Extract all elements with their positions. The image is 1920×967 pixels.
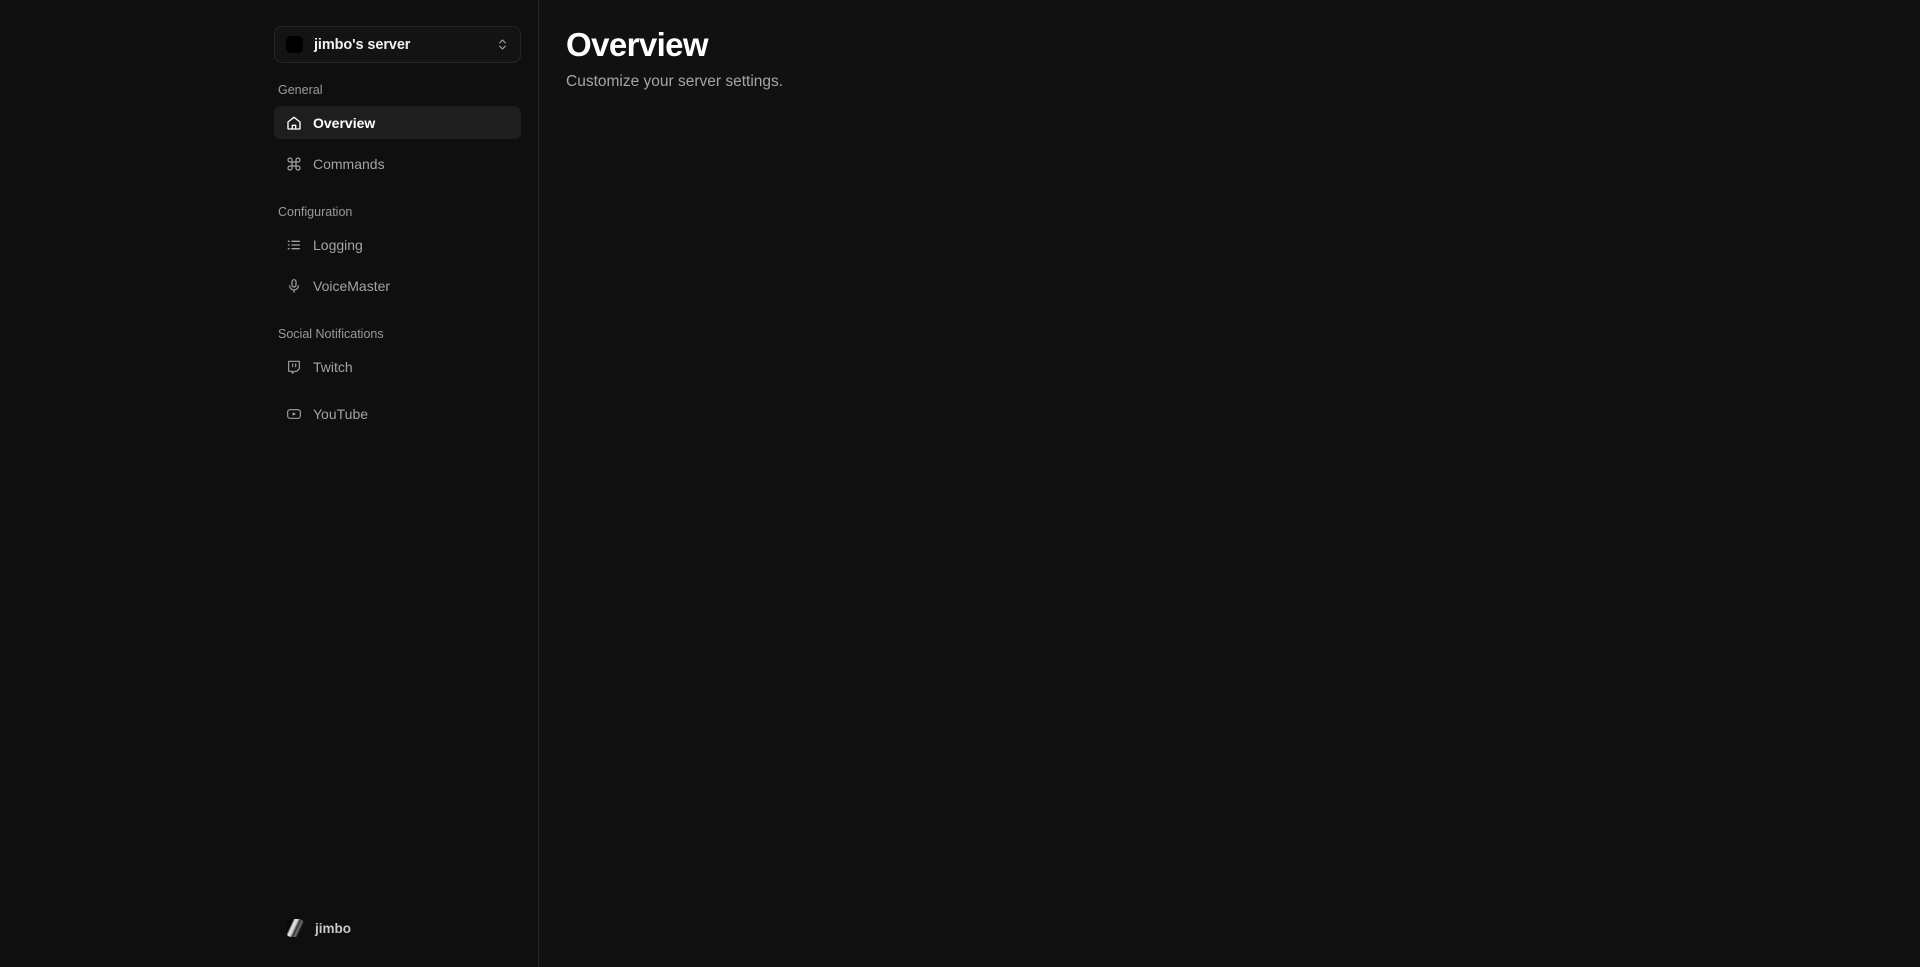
sidebar-item-overview[interactable]: Overview [274,106,521,139]
sidebar-item-commands[interactable]: Commands [274,147,521,180]
nav-section-social-notifications: Social Notifications Twitch YouTube [274,327,521,430]
sidebar-item-voicemaster[interactable]: VoiceMaster [274,269,521,302]
sidebar-content: jimbo's server General Overview Commands… [274,0,521,967]
user-name-label: jimbo [315,920,351,936]
nav-section-label-social-notifications: Social Notifications [278,327,384,341]
twitch-icon [286,359,302,375]
user-profile[interactable]: jimbo [274,913,521,943]
microphone-icon [286,278,302,294]
avatar [286,919,304,937]
home-icon [286,115,302,131]
sidebar-item-twitch[interactable]: Twitch [274,350,521,383]
chevron-up-down-icon [496,36,509,53]
server-name-label: jimbo's server [314,36,411,53]
sidebar-item-label-twitch: Twitch [313,358,353,375]
sidebar-item-youtube[interactable]: YouTube [274,397,521,430]
nav-section-configuration: Configuration Logging VoiceMaster [274,205,521,302]
sidebar-item-label-overview: Overview [313,114,376,131]
sidebar: jimbo's server General Overview Commands… [0,0,539,967]
list-icon [286,237,302,253]
command-icon [286,156,302,172]
main-content: Overview Customize your server settings. [539,0,1920,967]
sidebar-item-logging[interactable]: Logging [274,228,521,261]
sidebar-item-label-voicemaster: VoiceMaster [313,277,391,294]
nav-section-general: General Overview Commands [274,83,521,180]
sidebar-item-label-logging: Logging [313,236,363,253]
server-selector[interactable]: jimbo's server [274,26,521,63]
sidebar-item-label-commands: Commands [313,155,385,172]
page-subtitle: Customize your server settings. [566,72,784,90]
page-title: Overview [566,26,709,63]
sidebar-item-label-youtube: YouTube [313,405,369,422]
nav-section-label-general: General [278,83,323,97]
nav-section-label-configuration: Configuration [278,205,353,219]
server-avatar-icon [286,36,303,53]
youtube-icon [286,406,302,422]
app-root: jimbo's server General Overview Commands… [0,0,1920,967]
sidebar-nav: General Overview Commands Configuration … [274,83,521,430]
